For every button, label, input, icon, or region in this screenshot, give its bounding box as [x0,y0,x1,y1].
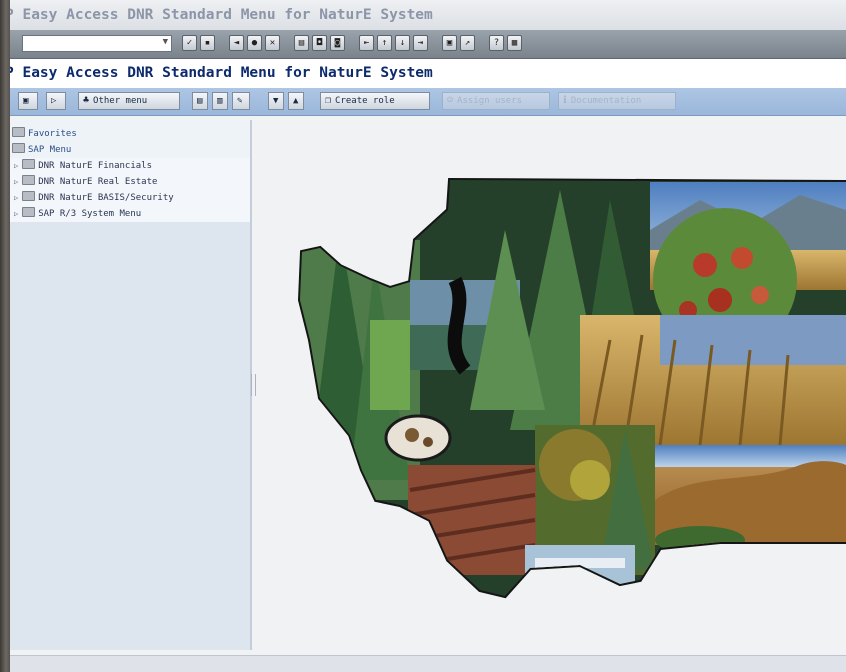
assign-users-button[interactable]: ☺ Assign users [442,92,550,110]
last-page-icon[interactable]: ⇥ [413,35,428,51]
expand-arrow-icon[interactable]: ▷ [14,210,18,218]
delete-favorite-button[interactable]: ▥ [212,92,228,110]
tree-node-real-estate[interactable]: ▷ DNR NaturE Real Estate [10,174,250,190]
folder-icon [22,207,36,217]
folder-icon [22,159,36,169]
system-toolbar: ▼ ✓ ▪ ◄ ● ✕ ▤ ◘ ◙ ⇤ ↑ ↓ ⇥ ▣ ↗ ? ▦ [10,30,846,59]
tree-roots: Favorites SAP Menu [10,120,250,158]
tree-node-financials[interactable]: ▷ DNR NaturE Financials [10,158,250,174]
add-favorite-icon: ▤ [197,96,203,106]
sap-menu-icon: ▷ [51,96,57,106]
folder-icon [22,175,36,185]
new-session-icon[interactable]: ▣ [442,35,457,51]
other-menu-button[interactable]: ♣ Other menu [78,92,180,110]
tree-node-label: SAP R/3 System Menu [38,209,142,219]
tree-node-sap-menu[interactable]: SAP Menu [10,142,250,158]
tree-node-label: DNR NaturE Real Estate [38,177,158,187]
folder-icon [12,127,25,137]
folder-icon [12,143,25,153]
print-icon[interactable]: ▤ [294,35,309,51]
layout-icon[interactable]: ▦ [507,35,522,51]
status-bar [10,655,846,672]
triangle-up-icon: ▲ [293,96,299,106]
delete-favorite-icon: ▥ [217,96,223,106]
user-menu-icon: ▣ [23,96,29,106]
application-toolbar: ▣ ▷ ♣ Other menu ▤ ▥ ✎ ▼ ▲ ❐ Create role ☺… [10,88,846,116]
folder-icon [22,191,36,201]
exit-icon[interactable]: ● [247,35,262,51]
change-favorite-button[interactable]: ✎ [232,92,250,110]
command-field[interactable]: ▼ [22,35,172,52]
back-icon[interactable]: ◄ [229,35,244,51]
tree-node-system-menu[interactable]: ▷ SAP R/3 System Menu [10,206,250,222]
cancel-icon[interactable]: ✕ [265,35,280,51]
command-history-dropdown-icon[interactable]: ▼ [163,37,168,47]
assign-users-label: Assign users [457,96,523,106]
next-page-icon[interactable]: ↓ [395,35,410,51]
shortcut-icon[interactable]: ↗ [460,35,475,51]
system-icons: ✓ ▪ ◄ ● ✕ ▤ ◘ ◙ ⇤ ↑ ↓ ⇥ ▣ ↗ ? ▦ [182,35,522,53]
triangle-down-icon: ▼ [273,96,279,106]
users-icon: ☺ [447,95,454,106]
window-title: P Easy Access DNR Standard Menu for Natu… [10,0,846,30]
menu-tree-panel: Favorites SAP Menu ▷ DNR NaturE Financial… [10,120,252,650]
first-page-icon[interactable]: ⇤ [359,35,374,51]
other-menu-label: Other menu [93,96,148,106]
move-down-button[interactable]: ▼ [268,92,284,110]
page-title: P Easy Access DNR Standard Menu for Natu… [10,59,846,88]
document-icon: ❐ [325,95,332,106]
expand-arrow-icon[interactable]: ▷ [14,162,18,170]
find-icon[interactable]: ◘ [312,35,327,51]
tree-node-label: Favorites [28,129,77,139]
find-next-icon[interactable]: ◙ [330,35,345,51]
tree-node-label: DNR NaturE Financials [38,161,153,171]
documentation-label: Documentation [570,96,642,106]
tree-node-basis-security[interactable]: ▷ DNR NaturE BASIS/Security [10,190,250,206]
user-menu-button[interactable]: ▣ [18,92,38,110]
expand-arrow-icon[interactable]: ▷ [14,178,18,186]
tree-node-label: DNR NaturE BASIS/Security [38,193,174,203]
expand-arrow-icon[interactable]: ▷ [14,194,18,202]
save-icon[interactable]: ▪ [200,35,215,51]
create-role-button[interactable]: ❐ Create role [320,92,430,110]
documentation-button[interactable]: ℹ Documentation [558,92,676,110]
tree-node-favorites[interactable]: Favorites [10,126,250,142]
washington-collage-image [280,170,846,600]
add-favorite-button[interactable]: ▤ [192,92,208,110]
tree-node-label: SAP Menu [28,145,72,155]
panel-splitter-handle[interactable] [251,374,256,396]
help-icon[interactable]: ? [489,35,504,51]
create-role-label: Create role [335,96,395,106]
tree-icon: ♣ [83,95,90,106]
sap-menu-button[interactable]: ▷ [46,92,66,110]
sap-window: P Easy Access DNR Standard Menu for Natu… [10,0,846,672]
move-up-button[interactable]: ▲ [288,92,304,110]
prev-page-icon[interactable]: ↑ [377,35,392,51]
enter-icon[interactable]: ✓ [182,35,197,51]
pencil-icon: ✎ [237,96,243,106]
washington-map-collage [297,177,846,599]
info-icon: ℹ [563,95,567,106]
